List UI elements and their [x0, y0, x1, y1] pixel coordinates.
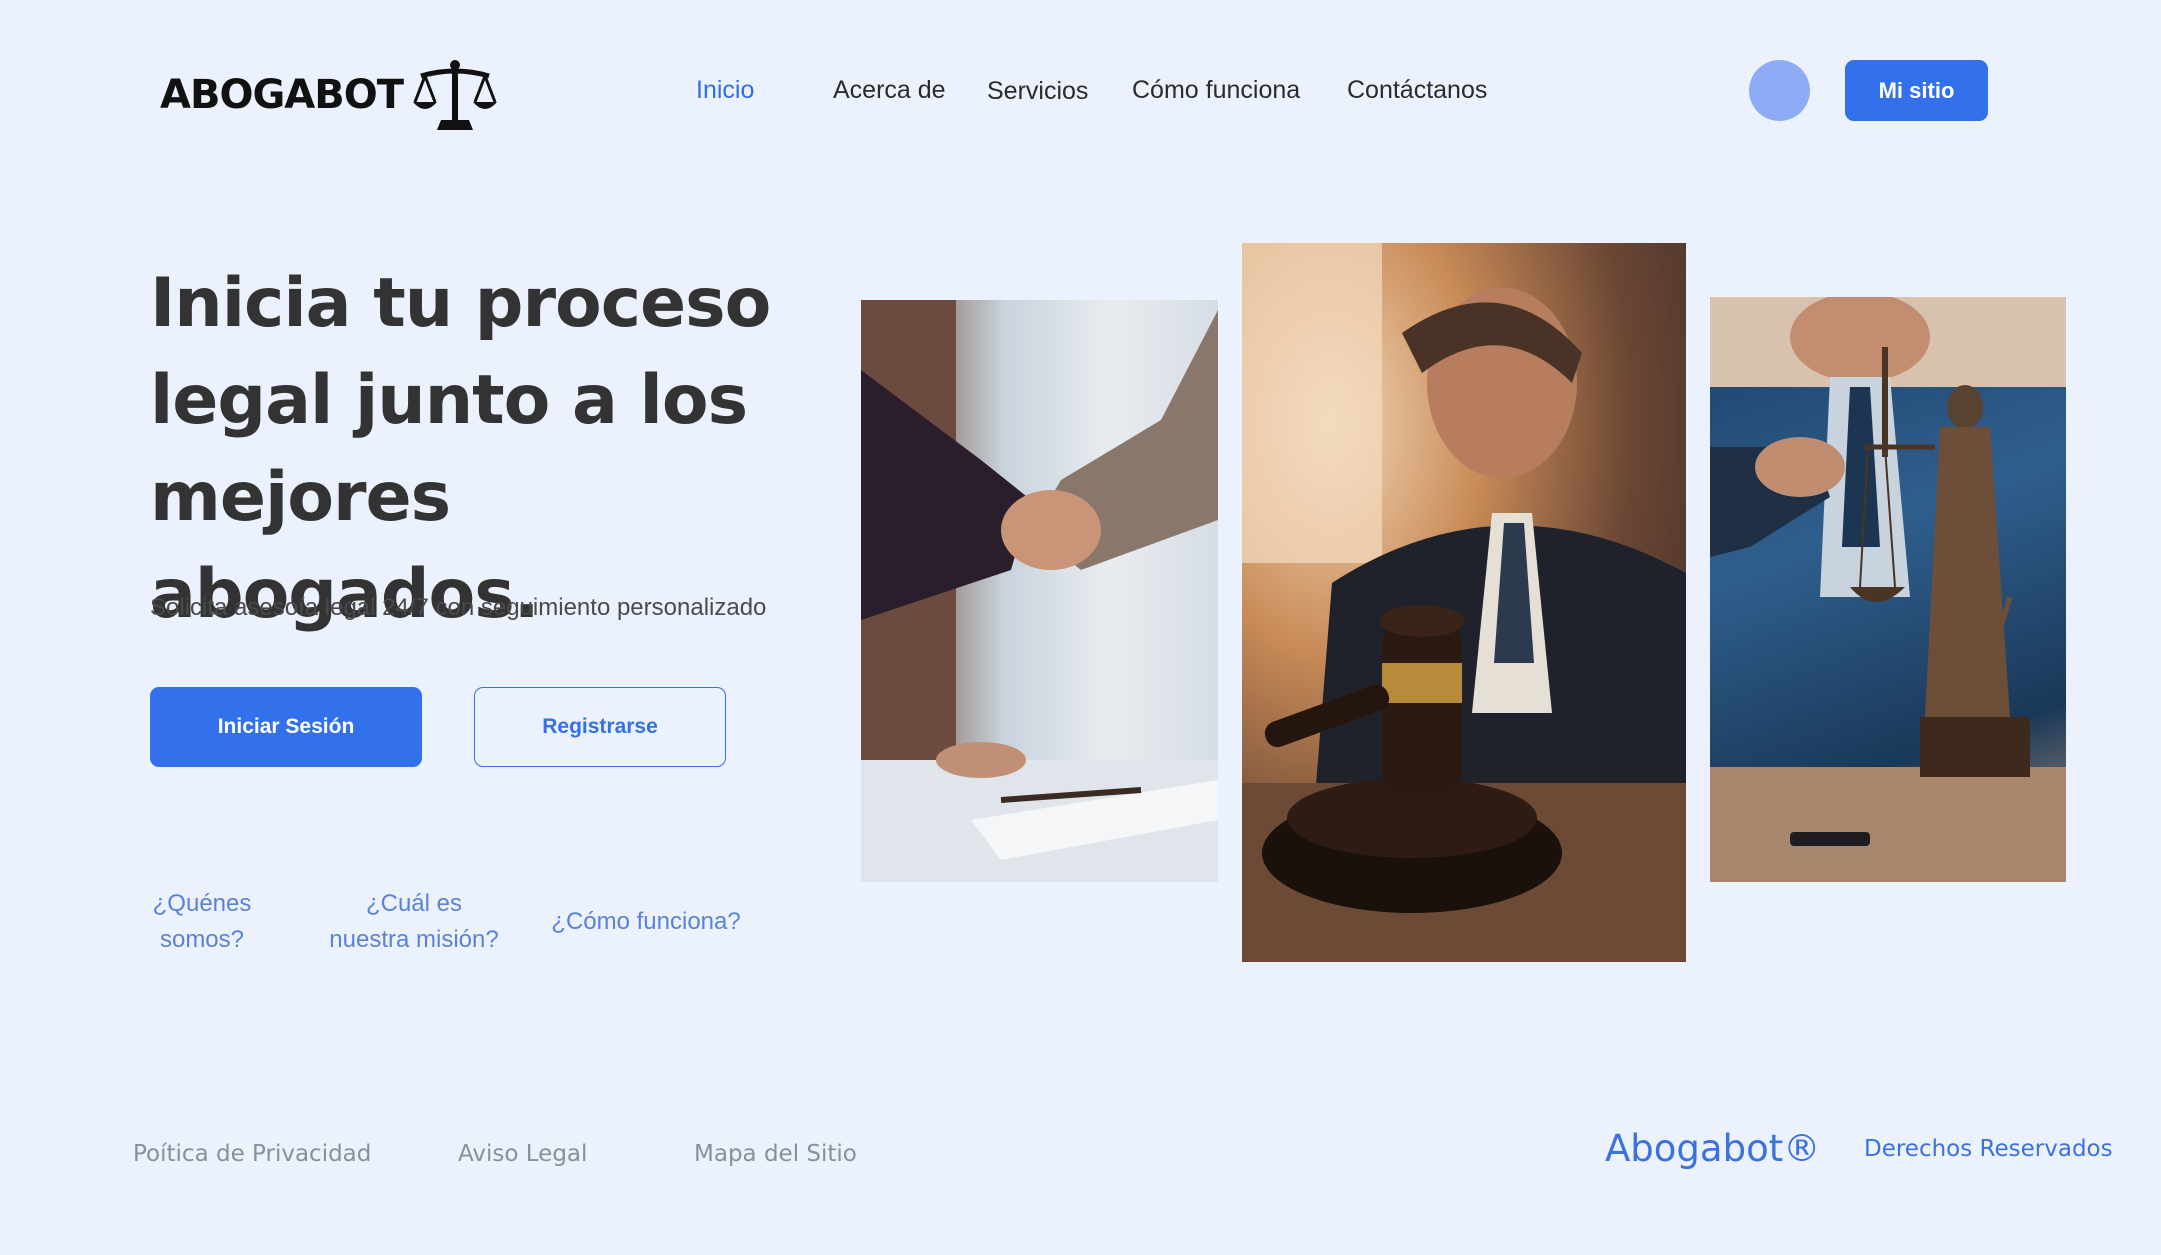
nav-item-como-funciona[interactable]: Cómo funciona — [1132, 76, 1300, 105]
nav-item-servicios[interactable]: Servicios — [987, 77, 1088, 106]
nav-item-acerca-de[interactable]: Acerca de — [833, 76, 946, 105]
lawyer-gavel-photo — [1242, 243, 1686, 962]
faq-mission-line1: ¿Cuál es — [365, 890, 463, 917]
logo[interactable]: ABOGABOT — [160, 58, 498, 132]
faq-mission-link[interactable]: ¿Cuál es nuestra misión? — [326, 886, 502, 958]
faq-mission-line2: nuestra misión? — [329, 926, 499, 953]
register-button[interactable]: Registrarse — [474, 687, 726, 767]
faq-how-it-works-link[interactable]: ¿Cómo funciona? — [550, 904, 742, 940]
hero-title: Inicia tu proceso legal junto a los mejo… — [150, 264, 771, 634]
nav-item-contactanos[interactable]: Contáctanos — [1347, 76, 1487, 105]
login-button[interactable]: Iniciar Sesión — [150, 687, 422, 767]
faq-who-are-we-link[interactable]: ¿Quénes somos? — [150, 886, 254, 958]
faq-who-line2: somos? — [159, 926, 245, 953]
footer-brand: Abogabot® — [1605, 1127, 1821, 1170]
mi-sitio-button[interactable]: Mi sitio — [1845, 60, 1988, 121]
justice-statue-photo — [1710, 297, 2066, 882]
faq-who-line1: ¿Quénes — [152, 890, 252, 917]
nav-item-inicio[interactable]: Inicio — [696, 76, 754, 105]
rights-reserved-link[interactable]: Derechos Reservados — [1864, 1136, 2113, 1162]
privacy-policy-link[interactable]: Poítica de Privacidad — [133, 1141, 371, 1167]
sitemap-link[interactable]: Mapa del Sitio — [694, 1141, 857, 1167]
scales-of-justice-icon — [413, 60, 498, 130]
logo-text: ABOGABOT — [160, 72, 404, 118]
legal-notice-link[interactable]: Aviso Legal — [458, 1141, 587, 1167]
handshake-photo — [861, 300, 1218, 882]
avatar[interactable] — [1749, 60, 1810, 121]
hero-subtitle: Solicita asesoía legal 24/7 con seguimie… — [150, 594, 767, 621]
